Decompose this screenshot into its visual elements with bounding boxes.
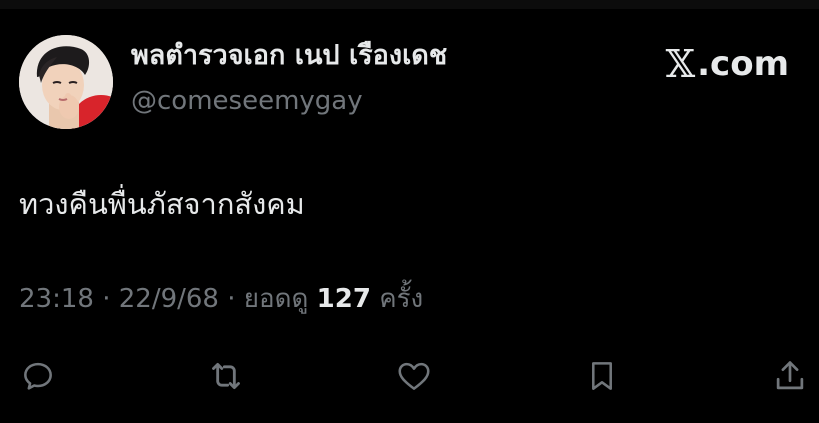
meta-separator: · [218,284,244,314]
avatar-photo [19,35,113,129]
tweet-time[interactable]: 23:18 [19,284,94,314]
like-button[interactable] [394,356,434,396]
tweet-text: ทวงคืนพื่นภัสจากสังคม [19,187,305,221]
reply-icon [24,362,52,390]
bookmark-button[interactable] [582,356,622,396]
repost-button[interactable] [206,356,246,396]
reply-button[interactable] [18,356,58,396]
share-icon [776,361,804,390]
meta-separator: · [93,284,119,314]
views-label: ยอดดู [243,284,309,314]
author-handle[interactable]: @comeseemygay [131,86,363,117]
x-logo-icon: 𝕏 [665,42,696,86]
top-edge-strip [0,0,819,9]
x-com-logo: 𝕏 .com [666,42,789,88]
repost-icon [212,362,240,390]
author-display-name[interactable]: พลตำรวจเอก เนป เรืองเดช [131,40,447,72]
avatar[interactable] [19,35,113,129]
tweet-meta: 23:18 · 22/9/68 · ยอดดู 127 ครั้ง [19,283,423,317]
share-button[interactable] [770,356,810,396]
bookmark-icon [592,362,612,390]
views-unit: ครั้ง [379,284,424,314]
heart-icon [398,362,430,390]
tweet-date[interactable]: 22/9/68 [119,284,219,314]
views-count: 127 [316,284,371,314]
brand-domain: .com [697,44,789,85]
